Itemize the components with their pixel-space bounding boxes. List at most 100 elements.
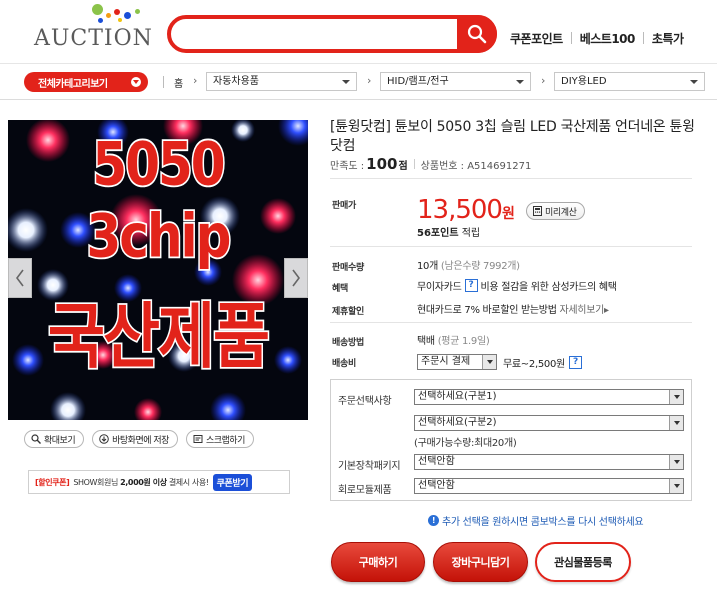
auction-logo[interactable]: AUCTION — [32, 4, 152, 56]
quantity-label: 판매수량 — [332, 263, 364, 273]
price-calculator-button[interactable]: 미리계산 — [526, 202, 585, 220]
benefit-label: 혜택 — [332, 284, 348, 294]
partner-details-link[interactable]: 자세히보기 — [560, 305, 605, 316]
search-input[interactable] — [183, 24, 453, 46]
order-option-select-1[interactable]: 선택하세요(구분1) — [414, 389, 684, 405]
search-button[interactable] — [457, 15, 497, 53]
chevron-right-icon — [292, 269, 300, 287]
image-prev-button[interactable] — [8, 258, 32, 298]
chevron-down-icon — [669, 416, 683, 430]
zoom-label: 확대보기 — [44, 435, 76, 446]
download-icon — [99, 434, 109, 444]
satisfaction-unit: 점 — [398, 161, 408, 172]
category-level3-label: DIY용LED — [561, 76, 607, 87]
search-box — [167, 15, 497, 53]
info-icon: ! — [428, 515, 439, 526]
image-next-button[interactable] — [284, 258, 308, 298]
circuit-module-select[interactable]: 선택안함 — [414, 478, 684, 494]
breadcrumb-home[interactable]: 홈 — [174, 73, 183, 91]
category-level2-label: HID/램프/전구 — [387, 76, 449, 87]
add-to-wishlist-button[interactable]: 관심물품등록 — [535, 542, 631, 582]
buy-button[interactable]: 구매하기 — [331, 542, 425, 582]
price-unit: 원 — [501, 206, 515, 222]
calculator-icon — [533, 206, 542, 216]
benefit-description: 비용 절감을 위한 삼성카드의 혜택 — [480, 282, 617, 293]
divider — [330, 178, 692, 179]
header: AUCTION 쿠폰포인트 베스트100 초특가 — [0, 0, 717, 64]
coupon-banner: [할인쿠폰] SHOW회원님 2,000원 이상 결제시 사용! 쿠폰받기 — [28, 470, 290, 494]
logo-dots — [62, 4, 142, 26]
category-select-level3[interactable]: DIY용LED — [554, 72, 705, 91]
scrap-button[interactable]: 스크랩하기 — [185, 430, 254, 448]
caret-down-icon — [342, 80, 350, 84]
help-icon[interactable]: ? — [464, 279, 478, 292]
order-option-select-2[interactable]: 선택하세요(구분2) — [414, 415, 684, 431]
shipping-average: (평균 1.9일) — [437, 336, 490, 347]
product-number: 상품번호 : A514691271 — [420, 161, 532, 172]
divider — [570, 32, 572, 44]
divider — [330, 322, 692, 323]
shipping-method-text: 택배 — [417, 336, 435, 347]
additional-selection-message: ! 추가 선택을 원하시면 콤보박스를 다시 선택하세요 — [428, 513, 644, 528]
chevron-down-icon — [482, 355, 496, 369]
shipping-method-label: 배송방법 — [332, 338, 364, 348]
price-label: 판매가 — [332, 201, 356, 211]
divider — [642, 32, 644, 44]
satisfaction-score: 100 — [366, 155, 398, 173]
quantity-amount: 10개 — [417, 261, 439, 272]
coupon-message-amount: 2,000원 이상 — [120, 477, 167, 487]
chevron-down-icon — [669, 479, 683, 493]
points-suffix: 적립 — [461, 228, 481, 239]
shipping-method-value: 택배 (평균 1.9일) — [417, 332, 490, 347]
chevron-down-icon — [669, 455, 683, 469]
shipping-fee-select[interactable]: 주문시 결제 — [417, 354, 497, 370]
super-deal-link[interactable]: 초특가 — [652, 30, 684, 47]
circuit-module-label: 회로모듈제품 — [338, 485, 392, 496]
best100-link[interactable]: 베스트100 — [580, 30, 636, 47]
quantity-value: 10개 (남은수량 7992개) — [417, 257, 520, 272]
all-categories-button[interactable]: 전체카테고리보기 — [24, 72, 148, 92]
basic-package-select[interactable]: 선택안함 — [414, 454, 684, 470]
product-meta: 만족도 : 100 점 상품번호 : A514691271 — [330, 155, 531, 173]
coupon-message: SHOW회원님 2,000원 이상 결제시 사용! — [73, 477, 209, 488]
add-to-cart-button[interactable]: 장바구니담기 — [433, 542, 528, 582]
coupon-point-link[interactable]: 쿠폰포인트 — [510, 30, 563, 47]
satisfaction-label: 만족도 : — [330, 161, 365, 172]
category-select-level2[interactable]: HID/램프/전구 — [380, 72, 531, 91]
quantity-remaining: (남은수량 7992개) — [440, 261, 520, 272]
points-info: 56포인트 적립 — [417, 224, 480, 239]
basic-package-label: 기본장착패키지 — [338, 461, 401, 472]
partner-discount-label: 제휴할인 — [332, 307, 364, 317]
points-value: 56포인트 — [417, 228, 459, 239]
zoom-button[interactable]: 확대보기 — [24, 430, 85, 448]
breadcrumb-separator-icon: › — [193, 74, 198, 87]
shipping-fee-label: 배송비 — [332, 359, 356, 369]
benefit-card[interactable]: 무이자카드 — [417, 278, 462, 293]
scrap-icon — [193, 435, 203, 443]
order-options-label: 주문선택사항 — [338, 396, 392, 407]
product-title: [튠윙닷컴] 튠보이 5050 3칩 슬림 LED 국산제품 언더네온 튠윙닷컴 — [330, 119, 695, 154]
shipping-fee-value: 무료~2,500원 ? — [503, 355, 582, 370]
caret-down-icon — [690, 80, 698, 84]
help-icon[interactable]: ? — [568, 356, 582, 369]
top-links: 쿠폰포인트 베스트100 초특가 — [510, 30, 684, 46]
shipping-fee-select-value: 주문시 결제 — [421, 356, 471, 367]
coupon-message-suffix: 결제시 사용! — [168, 477, 209, 487]
purchase-limit-note: (구매가능수량:최대20개) — [414, 438, 517, 449]
magnifier-icon — [31, 434, 41, 444]
category-bar: 전체카테고리보기 홈 › 자동차용품 › HID/램프/전구 › DIY용LED — [0, 64, 717, 100]
circuit-module-value: 선택안함 — [418, 480, 455, 491]
logo-text: AUCTION — [34, 26, 153, 51]
price-value: 13,500 — [417, 195, 503, 225]
save-wallpaper-button[interactable]: 바탕화면에 저장 — [92, 430, 178, 448]
divider — [413, 159, 415, 169]
coupon-tag: [할인쿠폰] — [35, 477, 70, 487]
category-select-level1[interactable]: 자동차용품 — [206, 72, 357, 91]
product-image[interactable]: 5050 3chip 국산제품 — [8, 120, 308, 420]
get-coupon-button[interactable]: 쿠폰받기 — [212, 473, 253, 491]
price-amount: 13,500원 — [417, 195, 515, 225]
shipping-fee-text: 무료~2,500원 — [503, 359, 565, 370]
breadcrumb-separator-icon: › — [367, 74, 372, 87]
caret-down-icon — [516, 80, 524, 84]
save-wallpaper-label: 바탕화면에 저장 — [112, 435, 169, 446]
